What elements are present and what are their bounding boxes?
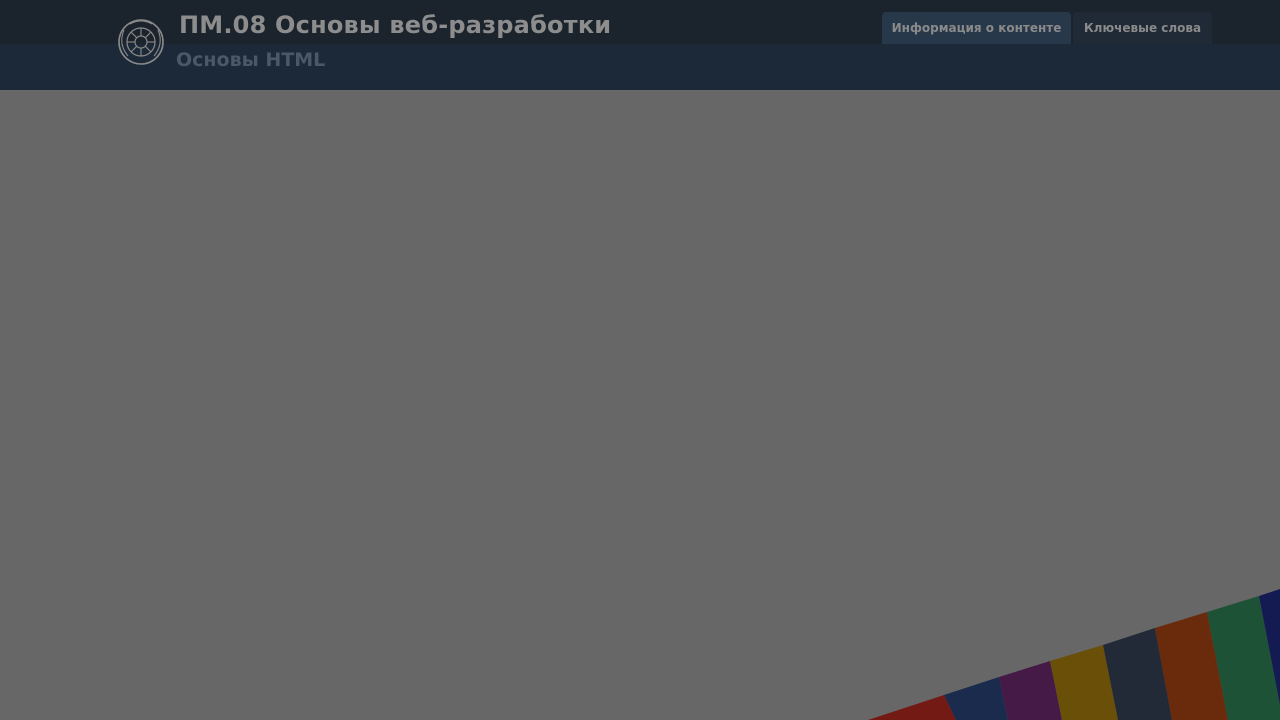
stripe-red — [868, 695, 956, 720]
stripe-navy — [944, 677, 1008, 720]
decorative-stripes — [868, 589, 1280, 720]
page: ПМ.08 Основы веб-разработки Основы HTML … — [0, 0, 1280, 720]
